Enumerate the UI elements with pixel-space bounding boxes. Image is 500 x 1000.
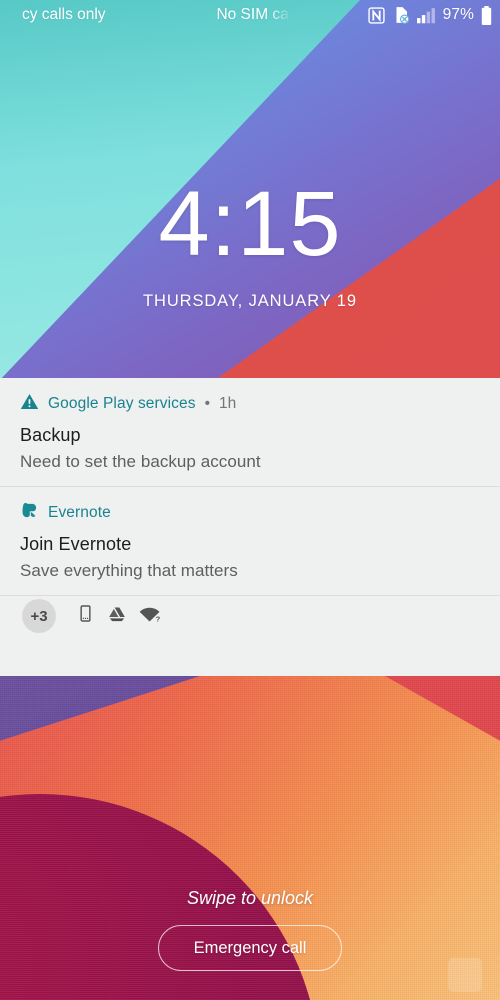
phone-device-icon[interactable] [76, 604, 95, 628]
notification-title: Join Evernote [20, 534, 132, 554]
warning-triangle-icon [20, 392, 39, 416]
notification-separator: • [204, 395, 211, 412]
clock-date: THURSDAY, JANUARY 19 [143, 292, 357, 310]
notification-title: Backup [20, 425, 81, 445]
emergency-call-button[interactable]: Emergency call [158, 925, 342, 971]
notification-time: 1h [219, 395, 237, 412]
google-drive-icon[interactable] [107, 604, 127, 629]
swipe-to-unlock-hint: Swipe to unlock [186, 888, 314, 908]
notification-app-name: Evernote [48, 504, 111, 521]
notification-card[interactable]: Evernote Join Evernote Save everything t… [0, 487, 500, 595]
nfc-icon [368, 6, 385, 24]
clock-widget[interactable]: 4:15 THURSDAY, JANUARY 19 [0, 178, 500, 311]
svg-text:?: ? [156, 614, 161, 623]
status-carrier-left: cy calls only [22, 6, 106, 23]
battery-percent-label: 97% [442, 6, 474, 23]
wifi-question-icon[interactable]: ? [139, 604, 161, 628]
notification-header: Google Play services • 1h [20, 394, 480, 414]
status-bar: cy calls only No SIM ca 97% [0, 0, 500, 30]
no-sim-card-icon [392, 6, 410, 24]
signal-bars-icon [416, 7, 436, 24]
notification-card[interactable]: Google Play services • 1h Backup Need to… [0, 378, 500, 486]
overflow-count-badge[interactable]: +3 [22, 599, 56, 633]
clock-time: 4:15 [158, 173, 342, 275]
evernote-elephant-icon [20, 501, 39, 525]
overflow-icon-list: ? [76, 604, 161, 629]
lock-screen: cy calls only No SIM ca 97% 4:15 THURSDA… [0, 0, 500, 1000]
status-carrier-center-text: No SIM ca [216, 6, 289, 23]
notification-body: Save everything that matters [20, 561, 238, 580]
emergency-call-label: Emergency call [193, 938, 307, 957]
notification-header: Evernote [20, 501, 480, 525]
battery-full-icon [481, 5, 492, 25]
notification-overflow-row[interactable]: +3 ? [0, 596, 500, 636]
status-icons: 97% [368, 5, 492, 25]
camera-shortcut-icon[interactable] [448, 958, 482, 992]
notification-body: Need to set the backup account [20, 452, 261, 471]
notification-app-name: Google Play services [48, 395, 196, 412]
status-carrier-center: No SIM ca [106, 6, 368, 24]
notification-shade: Google Play services • 1h Backup Need to… [0, 378, 500, 676]
